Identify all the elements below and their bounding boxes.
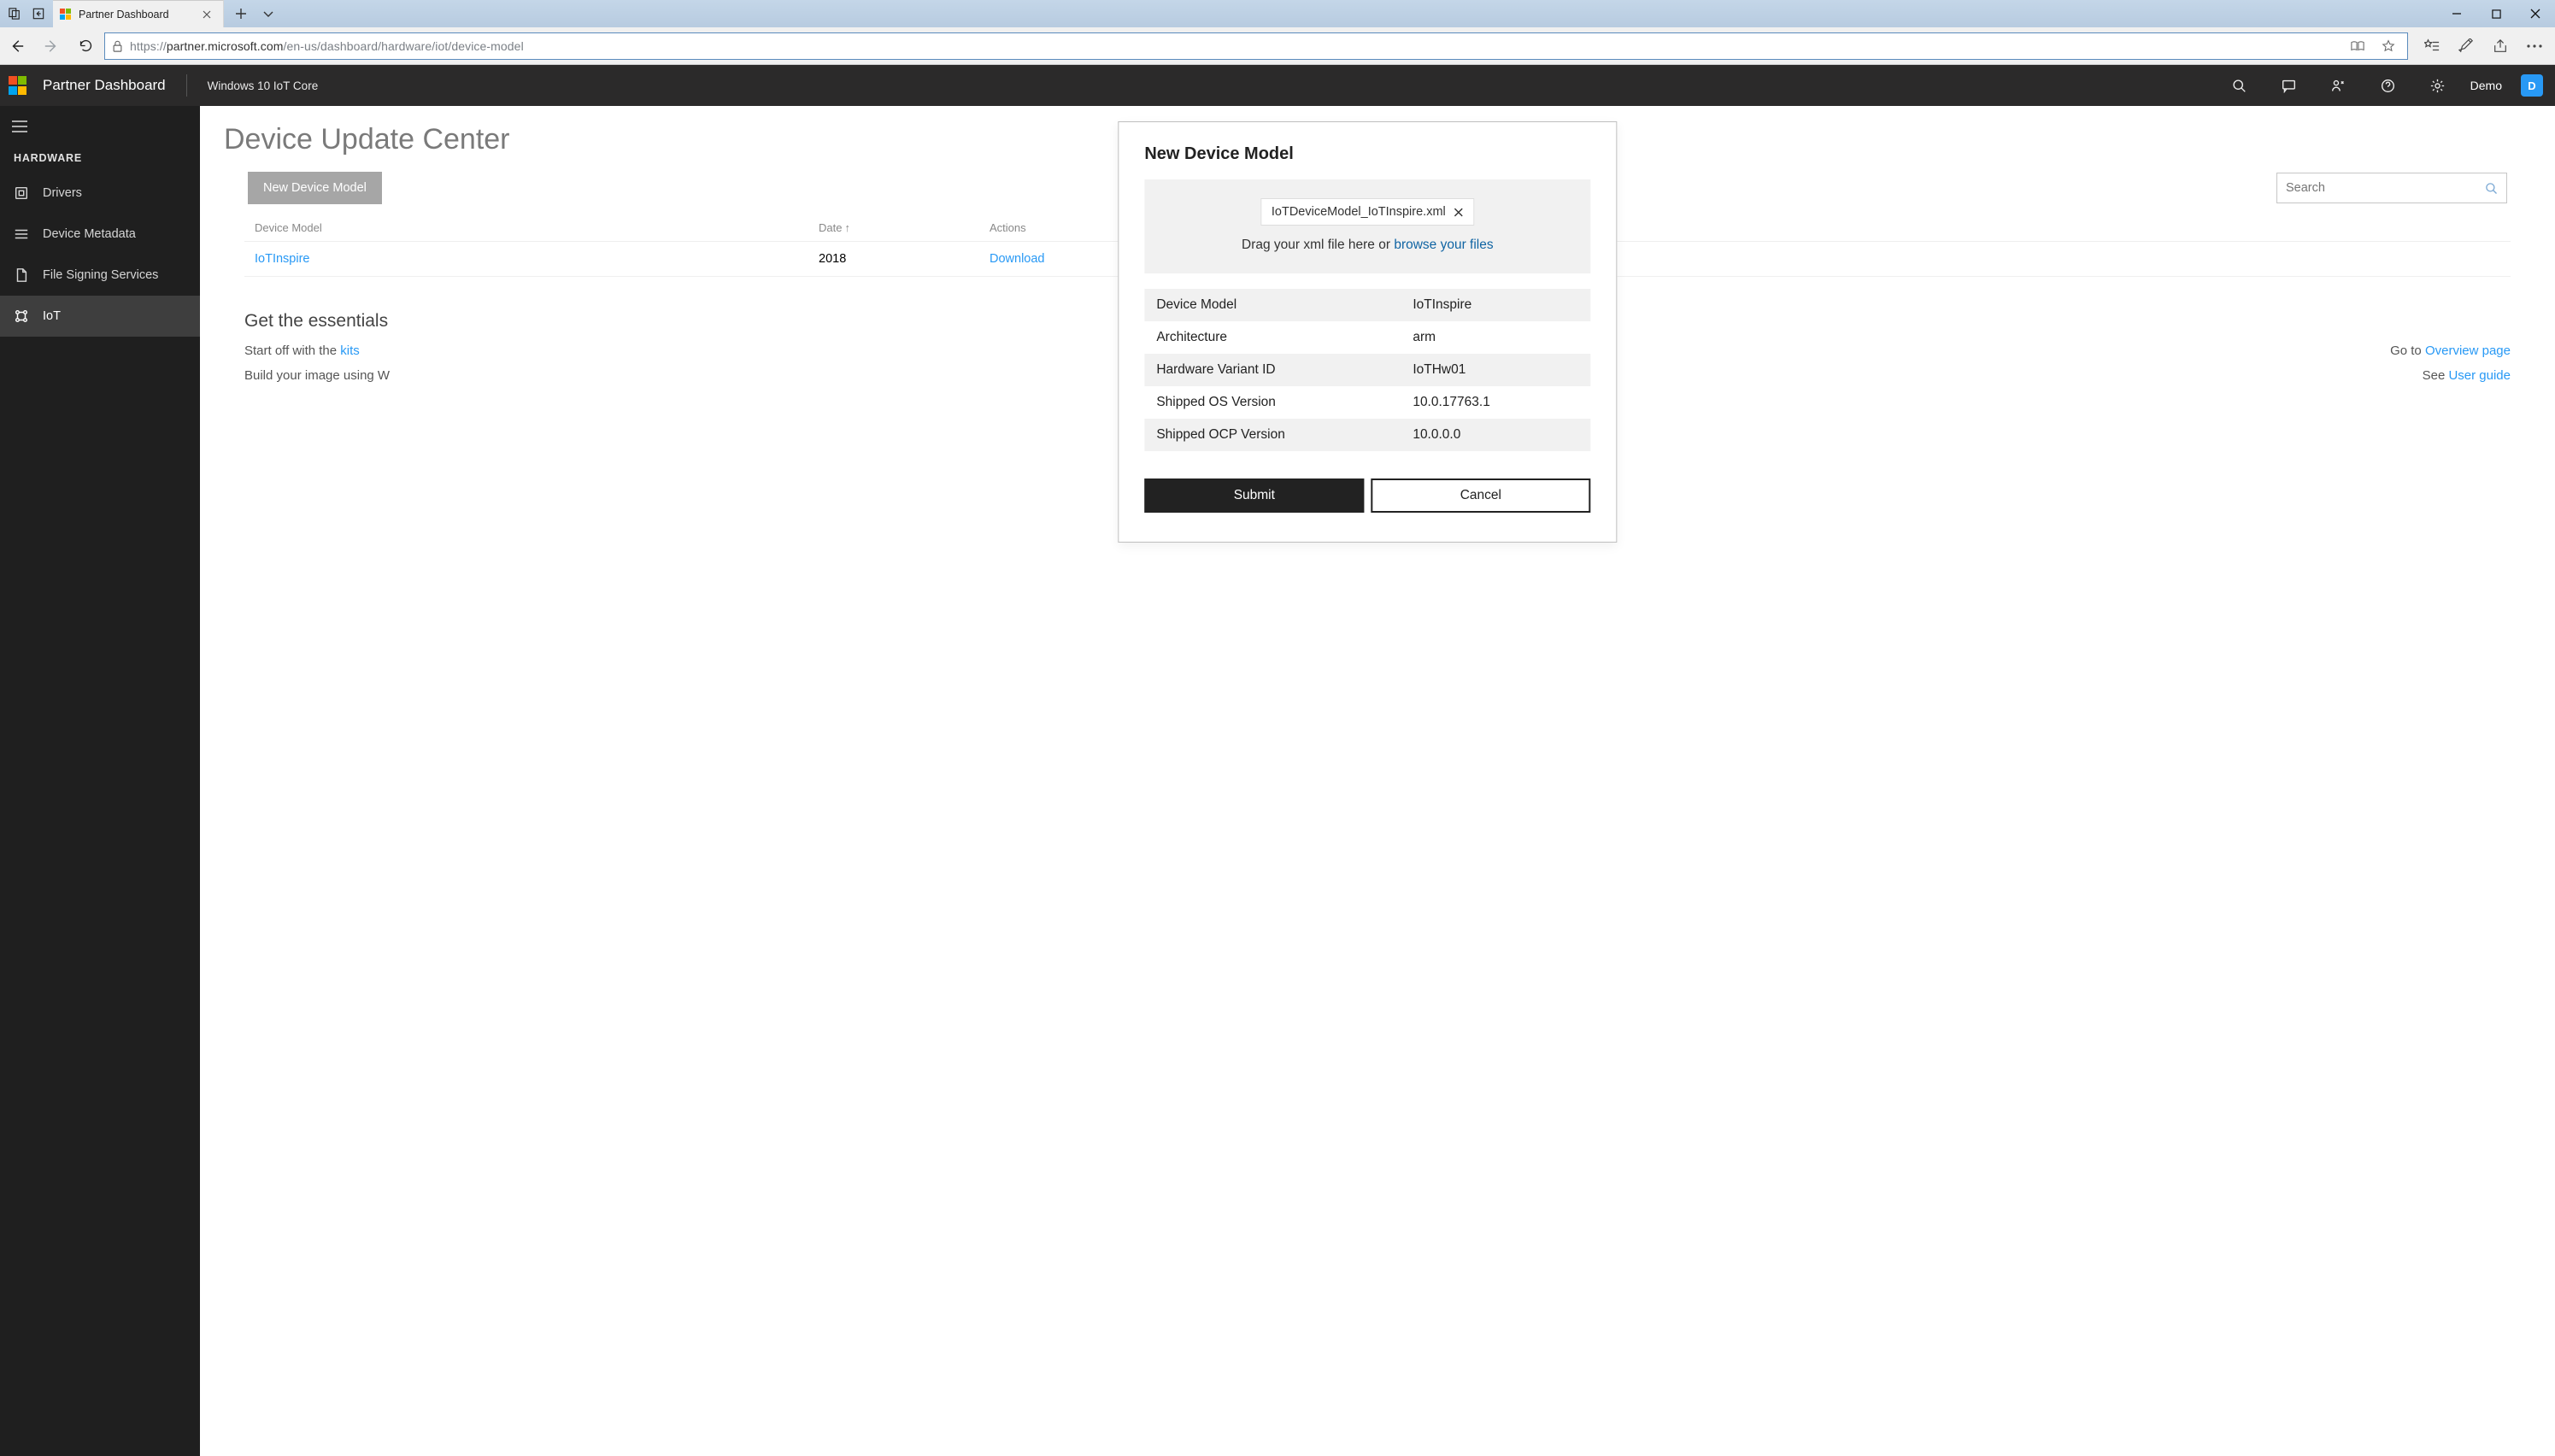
nav-back-button[interactable] — [2, 31, 32, 62]
kv-row: Device ModelIoTInspire — [1144, 289, 1590, 321]
nav-forward-button[interactable] — [36, 31, 67, 62]
drivers-icon — [14, 185, 29, 201]
kits-link[interactable]: kits — [340, 343, 360, 358]
reading-view-icon[interactable] — [2346, 34, 2370, 58]
essentials-see-line: See User guide — [2423, 368, 2511, 383]
browser-navbar: https://partner.microsoft.com/en-us/dash… — [0, 27, 2555, 65]
settings-gear-icon[interactable] — [2421, 65, 2455, 106]
address-bar[interactable]: https://partner.microsoft.com/en-us/dash… — [104, 32, 2408, 60]
help-icon[interactable] — [2371, 65, 2405, 106]
kv-row: Architecturearm — [1144, 321, 1590, 354]
chat-icon[interactable] — [2272, 65, 2306, 106]
tab-close-icon[interactable] — [199, 7, 214, 22]
sidebar-item-file-signing[interactable]: File Signing Services — [0, 255, 200, 296]
search-icon[interactable] — [2485, 182, 2498, 195]
share-icon[interactable] — [2485, 31, 2516, 62]
kv-row: Shipped OS Version10.0.17763.1 — [1144, 386, 1590, 419]
more-menu-icon[interactable] — [2519, 31, 2550, 62]
notes-icon[interactable] — [2451, 31, 2482, 62]
uploaded-file-chip: IoTDeviceModel_IoTInspire.xml — [1260, 198, 1475, 226]
uploaded-file-name: IoTDeviceModel_IoTInspire.xml — [1272, 205, 1446, 219]
iot-icon — [14, 308, 29, 324]
col-date[interactable]: Date↑ — [819, 221, 990, 234]
essentials-kits-line: Start off with the kits — [244, 343, 360, 358]
new-device-model-button[interactable]: New Device Model — [248, 172, 382, 204]
sidebar-item-device-metadata[interactable]: Device Metadata — [0, 214, 200, 255]
cancel-button[interactable]: Cancel — [1371, 478, 1590, 513]
dialog-title: New Device Model — [1144, 144, 1590, 164]
row-date: 2018 — [819, 252, 990, 266]
tab-chevron-down-icon[interactable] — [256, 2, 280, 26]
search-icon[interactable] — [2223, 65, 2257, 106]
favorites-list-icon[interactable] — [2417, 31, 2447, 62]
sidebar-item-label: Drivers — [43, 186, 82, 200]
avatar[interactable]: D — [2521, 74, 2543, 97]
divider — [186, 74, 187, 97]
app-header: Partner Dashboard Windows 10 IoT Core De… — [0, 65, 2555, 106]
app-title: Partner Dashboard — [43, 77, 166, 94]
tab-actions-icon[interactable] — [3, 3, 26, 25]
tab-title: Partner Dashboard — [79, 9, 192, 21]
device-model-link[interactable]: IoTInspire — [255, 252, 309, 266]
metadata-icon — [14, 226, 29, 242]
browser-titlebar: Partner Dashboard — [0, 0, 2555, 27]
microsoft-logo-icon — [9, 76, 27, 95]
new-tab-button[interactable] — [229, 2, 253, 26]
search-input[interactable] — [2286, 181, 2485, 195]
sidebar-item-label: IoT — [43, 309, 61, 323]
main-content: Device Update Center New Device Model De… — [200, 106, 2555, 1456]
sort-arrow-up-icon: ↑ — [842, 221, 850, 234]
remove-file-icon[interactable] — [1454, 208, 1464, 217]
sidebar-section-label: HARDWARE — [0, 147, 200, 173]
essentials-goto-line: Go to Overview page — [2390, 343, 2511, 358]
overview-page-link[interactable]: Overview page — [2425, 343, 2511, 358]
feedback-icon[interactable] — [2322, 65, 2356, 106]
browser-tab[interactable]: Partner Dashboard — [53, 0, 224, 27]
set-aside-tabs-icon[interactable] — [27, 3, 50, 25]
header-user-name[interactable]: Demo — [2470, 79, 2505, 92]
file-icon — [14, 267, 29, 283]
sidebar-item-label: Device Metadata — [43, 227, 136, 241]
sidebar-item-label: File Signing Services — [43, 268, 158, 282]
window-close-button[interactable] — [2516, 0, 2555, 27]
nav-refresh-button[interactable] — [70, 31, 101, 62]
sidebar-item-drivers[interactable]: Drivers — [0, 173, 200, 214]
essentials-build-line: Build your image using W — [244, 368, 390, 383]
browse-files-link[interactable]: browse your files — [1394, 238, 1493, 252]
kv-row: Hardware Variant IDIoTHw01 — [1144, 354, 1590, 386]
lock-icon — [112, 40, 123, 52]
download-link[interactable]: Download — [990, 252, 1045, 266]
favorite-star-icon[interactable] — [2376, 34, 2400, 58]
sidebar: HARDWARE Drivers Device Metadata File Si… — [0, 106, 200, 1456]
new-device-model-dialog: New Device Model IoTDeviceModel_IoTInspi… — [1118, 121, 1617, 543]
search-box[interactable] — [2276, 173, 2507, 203]
col-device-model[interactable]: Device Model — [255, 221, 819, 234]
window-minimize-button[interactable] — [2437, 0, 2476, 27]
dropzone-hint: Drag your xml file here or browse your f… — [1158, 238, 1577, 253]
user-guide-link[interactable]: User guide — [2448, 368, 2511, 383]
app-subtitle: Windows 10 IoT Core — [208, 79, 319, 92]
hamburger-icon[interactable] — [0, 106, 200, 147]
address-url: https://partner.microsoft.com/en-us/dash… — [130, 39, 2339, 53]
sidebar-item-iot[interactable]: IoT — [0, 296, 200, 337]
submit-button[interactable]: Submit — [1144, 478, 1364, 513]
file-dropzone[interactable]: IoTDeviceModel_IoTInspire.xml Drag your … — [1144, 179, 1590, 273]
device-details-table: Device ModelIoTInspire Architecturearm H… — [1144, 289, 1590, 451]
kv-row: Shipped OCP Version10.0.0.0 — [1144, 419, 1590, 451]
window-maximize-button[interactable] — [2476, 0, 2516, 27]
tab-favicon-icon — [60, 9, 72, 21]
